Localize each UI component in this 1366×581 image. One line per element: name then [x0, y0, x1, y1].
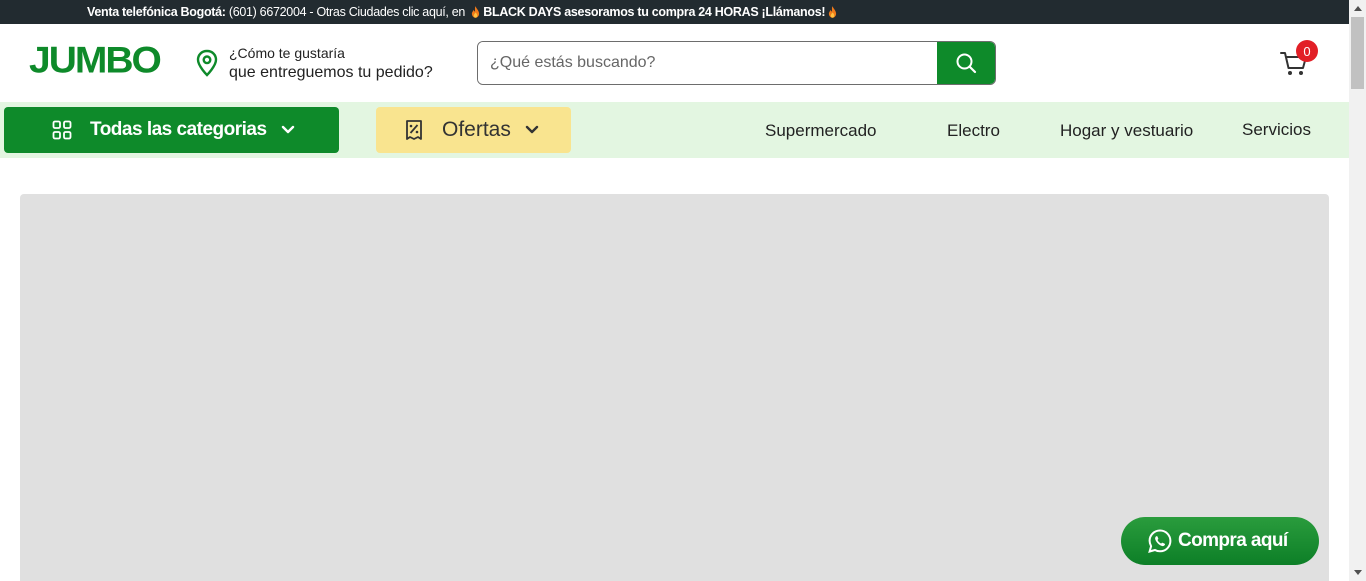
chevron-down-icon: [525, 125, 539, 134]
scrollbar-thumb[interactable]: [1351, 17, 1364, 89]
tag-icon: [406, 120, 422, 140]
nav-link-hogar-vestuario[interactable]: Hogar y vestuario: [1060, 121, 1193, 141]
whatsapp-buy-button[interactable]: Compra aquí: [1121, 517, 1319, 565]
search-button[interactable]: [937, 42, 995, 84]
flame-icon: [829, 6, 837, 18]
nav-link-electro[interactable]: Electro: [947, 121, 1000, 141]
cart-count-badge: 0: [1296, 40, 1318, 62]
location-pin-icon: [196, 49, 218, 77]
all-categories-button[interactable]: Todas las categorias: [4, 107, 339, 153]
search-input[interactable]: [478, 42, 937, 84]
offers-label: Ofertas: [442, 118, 511, 141]
search-bar: [477, 41, 996, 85]
nav-link-supermercado[interactable]: Supermercado: [765, 121, 877, 141]
all-categories-label: Todas las categorias: [90, 119, 267, 140]
grid-icon: [52, 120, 72, 140]
scroll-down-arrow-icon[interactable]: [1349, 564, 1366, 581]
location-line-1: ¿Cómo te gustaría: [229, 45, 345, 61]
connector-text: en: [448, 5, 469, 19]
nav-link-servicios[interactable]: Servicios: [1242, 120, 1311, 140]
promo-text: BLACK DAYS asesoramos tu compra 24 HORAS…: [483, 5, 826, 19]
location-line-2: que entreguemos tu pedido?: [229, 64, 433, 81]
top-announcement-bar[interactable]: Venta telefónica Bogotá: (601) 6672004 -…: [0, 0, 1349, 24]
search-icon: [956, 53, 977, 74]
whatsapp-icon: [1148, 529, 1172, 553]
offers-button[interactable]: Ofertas: [376, 107, 571, 153]
page-scrollbar[interactable]: [1349, 0, 1366, 581]
page: Venta telefónica Bogotá: (601) 6672004 -…: [0, 0, 1366, 581]
main-navigation: Todas las categorias Ofertas Supermercad…: [0, 102, 1349, 158]
chevron-down-icon: [281, 125, 294, 134]
flame-icon: [472, 6, 480, 18]
delivery-location-selector[interactable]: ¿Cómo te gustaría que entreguemos tu ped…: [195, 44, 433, 82]
phone-text: (601) 6672004 - Otras Ciudades clic aquí…: [225, 5, 449, 19]
whatsapp-button-label: Compra aquí: [1178, 530, 1288, 551]
scroll-up-arrow-icon[interactable]: [1349, 0, 1366, 17]
jumbo-logo[interactable]: JUMBO: [29, 42, 162, 80]
phone-label: Venta telefónica Bogotá:: [87, 5, 226, 19]
header: JUMBO ¿Cómo te gustaría que entreguemos …: [0, 24, 1349, 102]
